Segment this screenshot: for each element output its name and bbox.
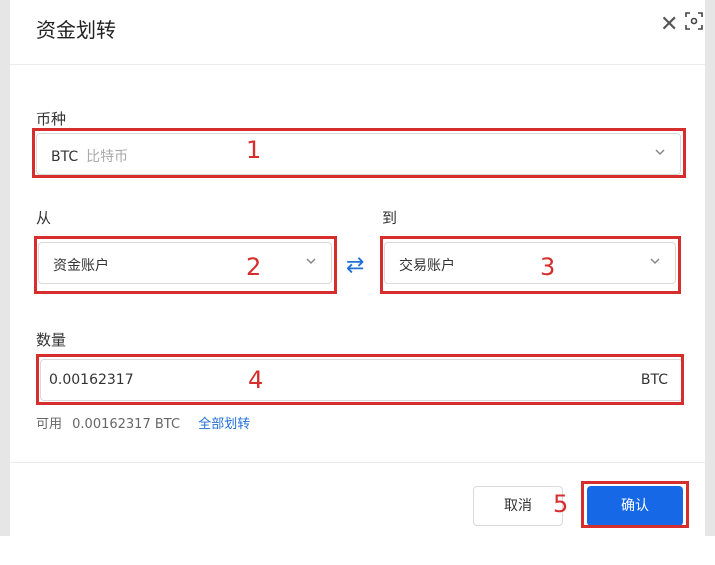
- confirm-button[interactable]: 确认: [587, 486, 683, 526]
- from-account-select[interactable]: 资金账户: [38, 242, 332, 284]
- available-label: 可用: [36, 417, 63, 432]
- annotation-number-2: 2: [246, 253, 262, 281]
- swap-icon[interactable]: ⇄: [346, 253, 364, 278]
- currency-select[interactable]: BTC 比特币: [36, 133, 681, 175]
- available-balance: 可用 0.00162317 BTC 全部划转: [36, 413, 250, 432]
- amount-label: 数量: [36, 331, 67, 349]
- currency-name: 比特币: [86, 149, 129, 165]
- close-icon[interactable]: ✕: [660, 14, 678, 36]
- cancel-button[interactable]: 取消: [473, 486, 563, 526]
- to-account-select[interactable]: 交易账户: [384, 242, 676, 284]
- from-label: 从: [36, 209, 52, 227]
- currency-label: 币种: [36, 110, 67, 128]
- scan-icon[interactable]: [685, 12, 703, 30]
- annotation-number-5: 5: [553, 490, 569, 518]
- chevron-down-icon: [655, 149, 665, 156]
- backdrop-right: [705, 0, 715, 536]
- amount-input[interactable]: 0.00162317 BTC: [40, 359, 683, 401]
- chevron-down-icon: [650, 258, 660, 265]
- to-label: 到: [382, 209, 398, 227]
- from-account-value: 资金账户: [53, 258, 109, 274]
- transfer-all-link[interactable]: 全部划转: [198, 417, 250, 432]
- header-divider: [10, 64, 705, 65]
- annotation-number-3: 3: [540, 253, 556, 281]
- annotation-number-1: 1: [246, 136, 262, 164]
- available-value: 0.00162317 BTC: [72, 417, 181, 432]
- amount-value: 0.00162317: [49, 372, 134, 388]
- footer-divider: [10, 462, 705, 463]
- chevron-down-icon: [306, 258, 316, 265]
- dialog-title: 资金划转: [36, 18, 116, 42]
- to-account-value: 交易账户: [399, 258, 455, 274]
- transfer-dialog: 资金划转 ✕ 币种 BTC 比特币 从 资金账户 ⇄ 到 交易账户 数量 0.00…: [10, 0, 705, 536]
- annotation-number-4: 4: [248, 366, 264, 394]
- currency-code: BTC: [51, 149, 79, 165]
- amount-unit: BTC: [640, 372, 668, 388]
- backdrop-left: [0, 0, 10, 536]
